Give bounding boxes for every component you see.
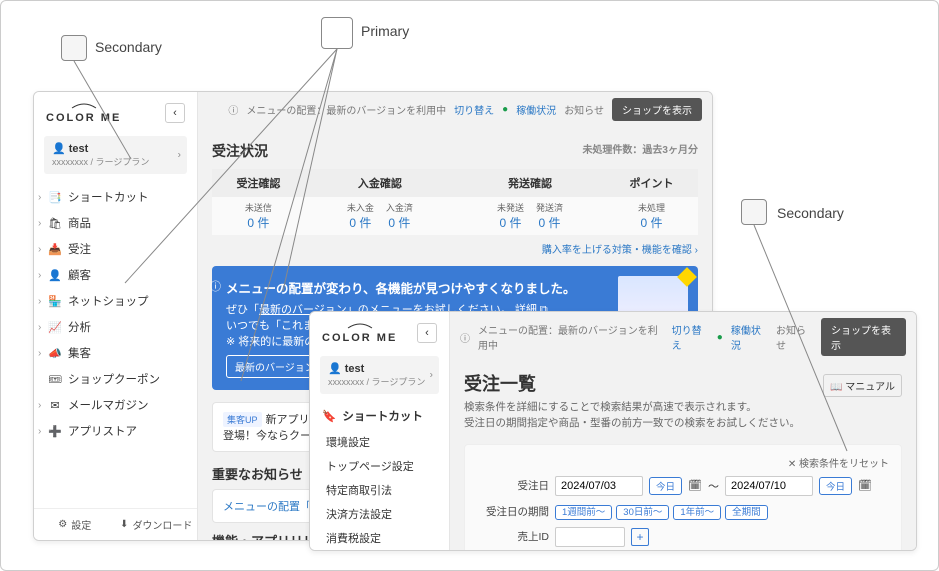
gear-icon: ⚙ bbox=[58, 519, 67, 530]
orders-section-title: 受注状況 未処理件数：過去3ヶ月分 bbox=[212, 141, 698, 161]
period-pill[interactable]: 1週間前〜 bbox=[555, 505, 612, 520]
sidebar: COLOR ME ‹ 👤 test xxxxxxxx / ラージプラン › 📑シ… bbox=[34, 92, 198, 540]
bookmark-icon: 🔖 bbox=[322, 409, 336, 423]
nav-icon: 🎟 bbox=[48, 373, 62, 386]
add-sales-id-button[interactable]: + bbox=[631, 528, 649, 546]
row-order-date: 受注日 今日🗓 〜 今日🗓 bbox=[477, 476, 889, 496]
sidebar-item-顧客[interactable]: 👤顧客 bbox=[34, 262, 197, 288]
news-link[interactable]: お知らせ bbox=[564, 102, 604, 117]
sidebar-item-メールマガジン[interactable]: ✉メールマガジン bbox=[34, 392, 197, 418]
shortcut-item[interactable]: 決済方法設定 bbox=[310, 502, 449, 526]
info-icon: ⓘ bbox=[228, 102, 238, 117]
sidebar: COLOR ME ‹ 👤 test xxxxxxxx / ラージプラン › 🔖シ… bbox=[310, 312, 450, 550]
shop-switcher[interactable]: 👤 test xxxxxxxx / ラージプラン › bbox=[320, 356, 439, 394]
shortcut-item[interactable]: トップページ設定 bbox=[310, 454, 449, 478]
chevron-right-icon: › bbox=[430, 370, 433, 381]
status-count[interactable]: 0 件 bbox=[247, 216, 269, 230]
search-panel: ✕ 検索条件をリセット 受注日 今日🗓 〜 今日🗓 受注日の期間 1週間前〜30… bbox=[464, 444, 902, 551]
sidebar-item-アプリストア[interactable]: ➕アプリストア bbox=[34, 418, 197, 444]
status-count[interactable]: 0 件 bbox=[388, 216, 410, 230]
download-link[interactable]: ⬇ダウンロード bbox=[116, 509, 198, 540]
status-ok-icon: ● bbox=[502, 104, 508, 115]
status-ok-icon: ● bbox=[717, 332, 723, 343]
sidebar-item-商品[interactable]: 🛍商品 bbox=[34, 210, 197, 236]
secondary-label-2: Secondary bbox=[777, 205, 844, 221]
app-window-orders: COLOR ME ‹ 👤 test xxxxxxxx / ラージプラン › 🔖シ… bbox=[309, 311, 917, 551]
row-period: 受注日の期間 1週間前〜30日前〜1年前〜全期間 bbox=[477, 504, 889, 519]
diagram-canvas: Primary Secondary Secondary COLOR ME ‹ 👤… bbox=[0, 0, 939, 571]
nav-icon: ➕ bbox=[48, 425, 62, 438]
info-icon: ⓘ bbox=[210, 278, 221, 294]
row-sales-id: 売上ID + bbox=[477, 527, 889, 547]
today-from-button[interactable]: 今日 bbox=[649, 477, 682, 495]
nav-icon: 📈 bbox=[48, 321, 62, 334]
nav-icon: 📥 bbox=[48, 243, 62, 256]
sidebar-item-ショートカット[interactable]: 📑ショートカット bbox=[34, 184, 197, 210]
shortcut-item[interactable]: 配送方法設定 bbox=[310, 550, 449, 551]
page-subtitle: 検索条件を詳細にすることで検索結果が高速で表示されます。受注日の期間指定や商品・… bbox=[464, 400, 902, 432]
nav-icon: 📣 bbox=[48, 347, 62, 360]
sidebar-collapse-button[interactable]: ‹ bbox=[417, 323, 437, 343]
period-pill[interactable]: 1年前〜 bbox=[673, 505, 721, 520]
settings-link[interactable]: ⚙設定 bbox=[34, 509, 116, 540]
brand-logo: COLOR ME bbox=[46, 102, 121, 124]
secondary-swatch-1 bbox=[61, 35, 87, 61]
primary-label: Primary bbox=[361, 23, 409, 39]
secondary-label-1: Secondary bbox=[95, 39, 162, 55]
today-to-button[interactable]: 今日 bbox=[819, 477, 852, 495]
sidebar-item-受注[interactable]: 📥受注 bbox=[34, 236, 197, 262]
sidebar-item-ネットショップ[interactable]: 🏪ネットショップ bbox=[34, 288, 197, 314]
order-status-table: 受注確認入金確認発送確認ポイント 未送信0 件未入金0 件入金済0 件未発送0 … bbox=[212, 169, 698, 235]
view-shop-button[interactable]: ショップを表示 bbox=[612, 98, 702, 121]
status-count[interactable]: 0 件 bbox=[641, 216, 663, 230]
calendar-icon[interactable]: 🗓 bbox=[858, 479, 872, 492]
sidebar-item-ショップクーポン[interactable]: 🎟ショップクーポン bbox=[34, 366, 197, 392]
download-icon: ⬇ bbox=[120, 519, 128, 530]
reset-search-button[interactable]: ✕ 検索条件をリセット bbox=[788, 459, 889, 470]
topbar: ⓘ メニューの配置：最新のバージョンを利用中 切り替え ● 稼働状況 お知らせ … bbox=[450, 312, 916, 362]
shortcut-item[interactable]: 環境設定 bbox=[310, 430, 449, 454]
nav-icon: 🏪 bbox=[48, 295, 62, 308]
status-count[interactable]: 0 件 bbox=[349, 216, 371, 230]
nav-icon: 👤 bbox=[48, 269, 62, 282]
date-from-input[interactable] bbox=[555, 476, 643, 496]
shortcut-list: 環境設定トップページ設定特定商取引法決済方法設定消費税設定配送方法設定メール内容… bbox=[310, 428, 449, 551]
manual-link[interactable]: 📖 マニュアル bbox=[823, 374, 902, 397]
brand-logo: COLOR ME bbox=[322, 322, 397, 344]
sidebar-item-分析[interactable]: 📈分析 bbox=[34, 314, 197, 340]
secondary-swatch-2 bbox=[741, 199, 767, 225]
shortcut-item[interactable]: 消費税設定 bbox=[310, 526, 449, 550]
topbar: ⓘ メニューの配置：最新のバージョンを利用中 切り替え ● 稼働状況 お知らせ … bbox=[198, 92, 712, 127]
nav-icon: 🛍 bbox=[48, 217, 62, 230]
sidebar-nav: 📑ショートカット🛍商品📥受注👤顧客🏪ネットショップ📈分析📣集客🎟ショップクーポン… bbox=[34, 182, 197, 446]
calendar-icon[interactable]: 🗓 bbox=[688, 479, 702, 492]
nav-icon: ✉ bbox=[48, 399, 62, 412]
period-pill[interactable]: 全期間 bbox=[725, 505, 768, 520]
info-icon: ⓘ bbox=[460, 330, 470, 345]
main-area: ⓘ メニューの配置：最新のバージョンを利用中 切り替え ● 稼働状況 お知らせ … bbox=[450, 312, 916, 550]
status-link[interactable]: 稼働状況 bbox=[731, 322, 768, 352]
nav-icon: 📑 bbox=[48, 191, 62, 204]
primary-swatch bbox=[321, 17, 353, 49]
version-switch-link[interactable]: 切り替え bbox=[672, 322, 709, 352]
status-link[interactable]: 稼働状況 bbox=[516, 102, 556, 117]
version-switch-link[interactable]: 切り替え bbox=[454, 102, 494, 117]
status-count[interactable]: 0 件 bbox=[539, 216, 561, 230]
conversion-link[interactable]: 購入率を上げる対策・機能を確認 › bbox=[542, 245, 698, 256]
shortcut-item[interactable]: 特定商取引法 bbox=[310, 478, 449, 502]
chevron-right-icon: › bbox=[178, 150, 181, 161]
shortcut-heading: 🔖ショートカット bbox=[310, 402, 449, 428]
status-count[interactable]: 0 件 bbox=[500, 216, 522, 230]
date-to-input[interactable] bbox=[725, 476, 813, 496]
sidebar-item-集客[interactable]: 📣集客 bbox=[34, 340, 197, 366]
view-shop-button[interactable]: ショップを表示 bbox=[821, 318, 906, 356]
shop-switcher[interactable]: 👤 test xxxxxxxx / ラージプラン › bbox=[44, 136, 187, 174]
sales-id-input[interactable] bbox=[555, 527, 625, 547]
period-pill[interactable]: 30日前〜 bbox=[616, 505, 669, 520]
sidebar-collapse-button[interactable]: ‹ bbox=[165, 103, 185, 123]
news-link[interactable]: お知らせ bbox=[776, 322, 813, 352]
